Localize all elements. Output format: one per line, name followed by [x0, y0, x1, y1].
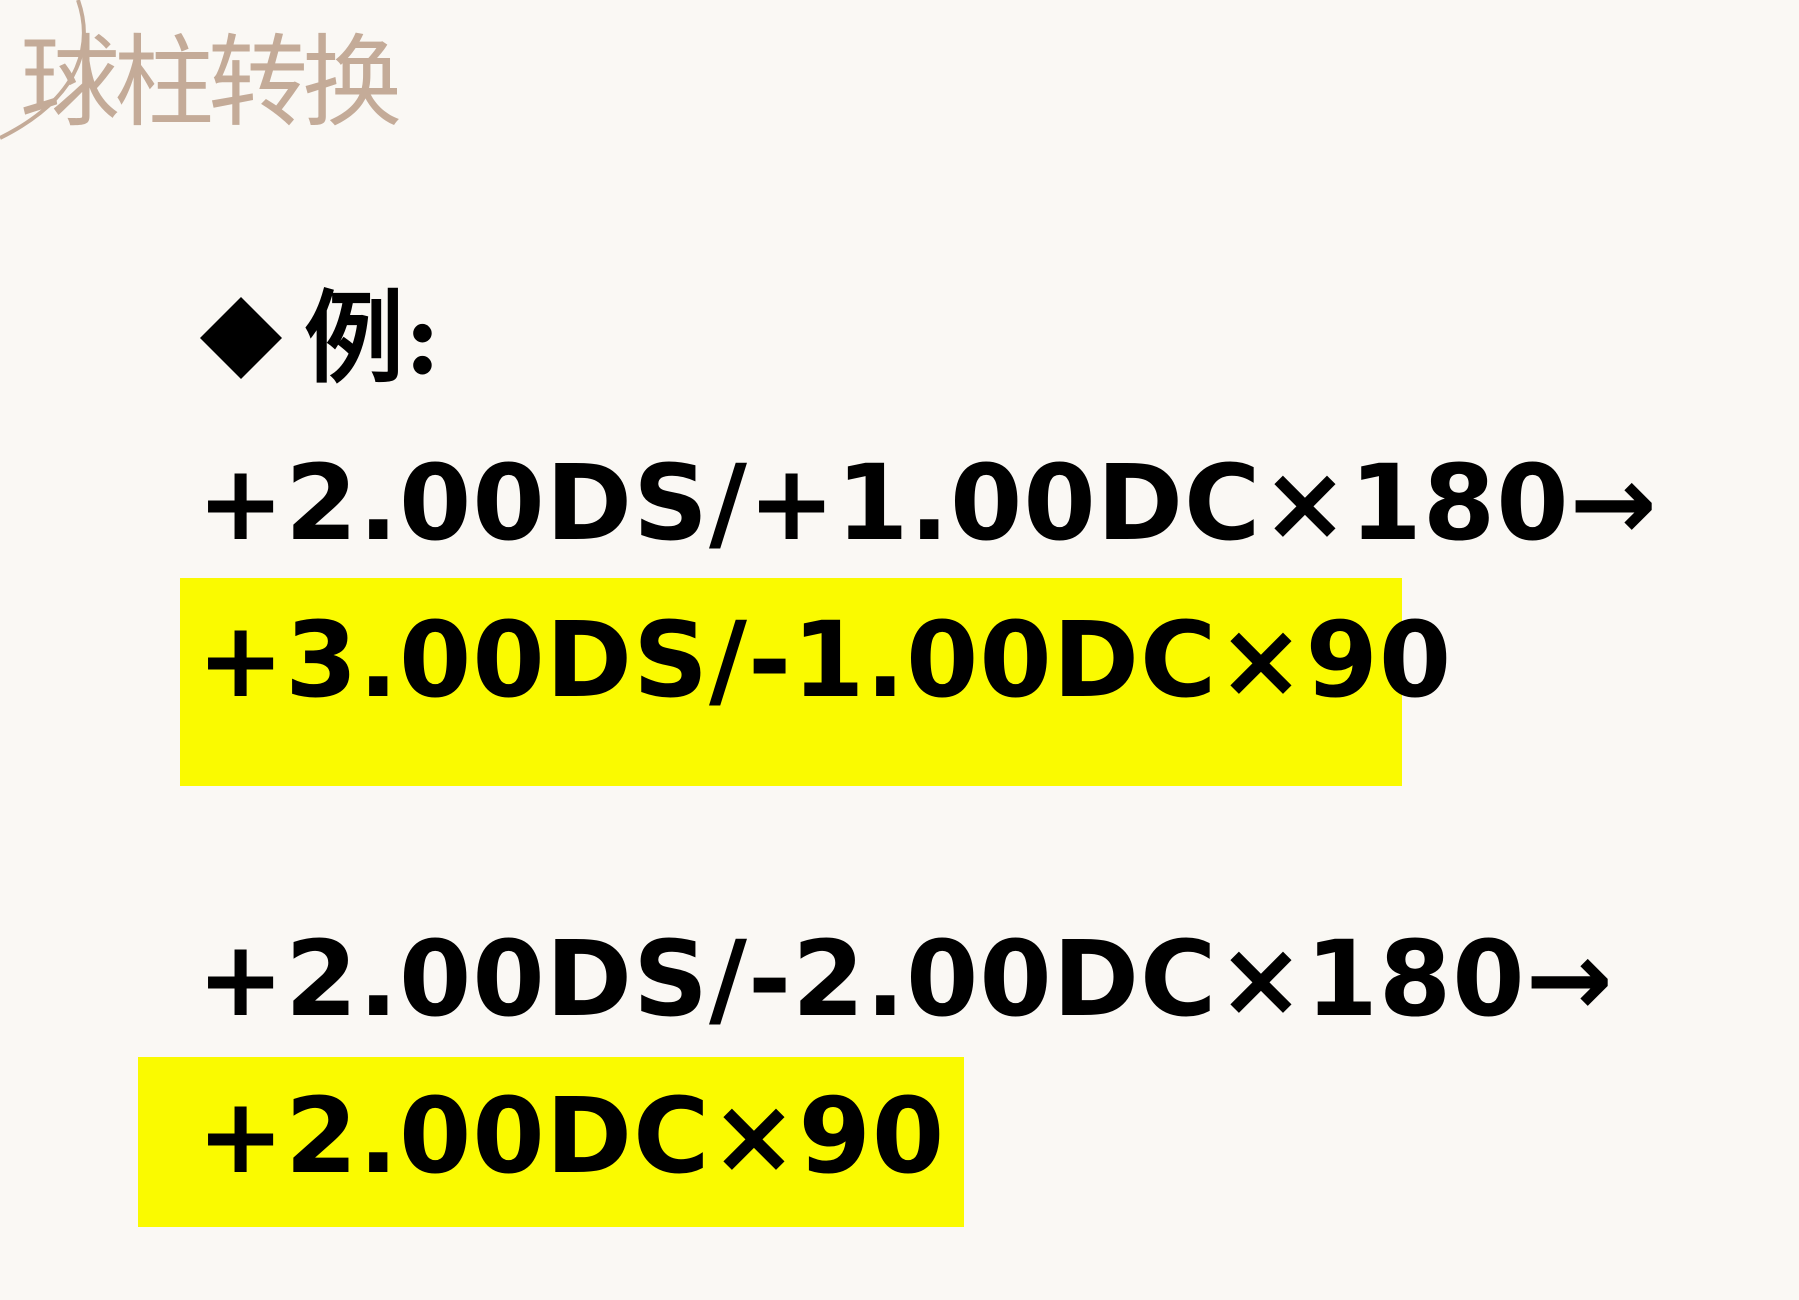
example-2-result: +2.00DC×90: [197, 1075, 946, 1197]
bullet-label: 例:: [304, 279, 441, 397]
example-1-input: +2.00DS/+1.00DC×180→: [197, 442, 1658, 564]
example-1-result: +3.00DS/-1.00DC×90: [197, 599, 1453, 721]
page-title: 球柱转换: [20, 24, 402, 141]
example-bullet: 例:: [199, 279, 441, 397]
example-2-input: +2.00DS/-2.00DC×180→: [197, 918, 1614, 1040]
diamond-bullet-icon: [199, 296, 283, 380]
